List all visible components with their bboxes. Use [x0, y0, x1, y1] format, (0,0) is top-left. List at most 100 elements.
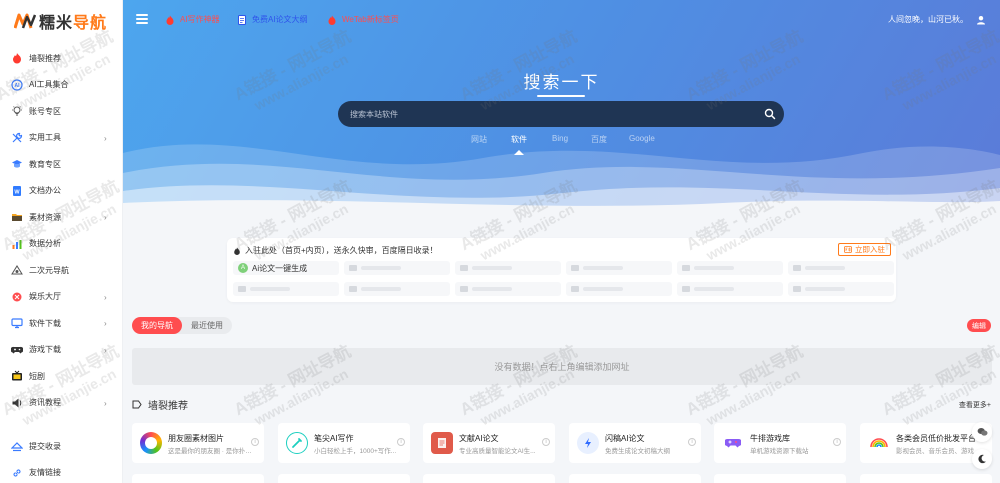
tools-icon	[11, 132, 23, 144]
sidebar-item-documents[interactable]: W 文档办公	[0, 178, 123, 205]
site-card[interactable]: 笔尖AI写作 小白轻松上手，1000+写作... i	[278, 423, 410, 463]
sidebar-item-friend-links[interactable]: 友情链接	[0, 460, 123, 483]
sidebar-item-short-drama[interactable]: 短剧	[0, 363, 123, 390]
site-card[interactable]	[714, 474, 846, 483]
info-icon[interactable]: i	[542, 438, 550, 446]
sidebar-item-anime[interactable]: 二次元导航	[0, 257, 123, 284]
top-link-ai-writing[interactable]: AI写作神器	[165, 14, 220, 25]
chevron-right-icon: ›	[104, 292, 107, 302]
info-icon[interactable]: i	[397, 438, 405, 446]
sponsor-notice-card: 入驻此处（首页+内页），送永久快审，百度隔日收录！ 立即入驻 A Ai论文一键生…	[227, 238, 896, 302]
sidebar-item-ai-tools[interactable]: AI AI工具集合	[0, 72, 123, 99]
tv-icon	[11, 370, 23, 382]
image-placeholder-icon	[571, 286, 579, 292]
wechat-icon	[977, 428, 987, 436]
card-desc: 这是最你的朋友圈 · 是你扑朔...	[168, 448, 256, 455]
chart-icon	[11, 238, 23, 250]
info-icon[interactable]: i	[688, 438, 696, 446]
site-card[interactable]	[278, 474, 410, 483]
sidebar-item-education[interactable]: 教育专区	[0, 151, 123, 178]
sidebar-item-entertainment[interactable]: 娱乐大厅 ›	[0, 284, 123, 311]
notice-title: 入驻此处（首页+内页），送永久快审，百度隔日收录！	[233, 245, 438, 256]
top-link-paper-outline[interactable]: 免费AI论文大纲	[237, 14, 308, 25]
top-link-label: 免费AI论文大纲	[252, 15, 308, 24]
sidebar-item-label: 教育专区	[29, 159, 61, 169]
site-card[interactable]: 朋友圈素材图片 这是最你的朋友圈 · 是你扑朔... i	[132, 423, 264, 463]
tab-my-navigation[interactable]: 我的导航	[132, 317, 182, 334]
graduation-icon	[11, 158, 23, 170]
sidebar-item-utilities[interactable]: 实用工具 ›	[0, 125, 123, 152]
sidebar-item-label: 文档办公	[29, 186, 61, 196]
chevron-right-icon: ›	[104, 213, 107, 222]
sponsor-slot-empty[interactable]	[233, 282, 339, 296]
see-more-link[interactable]: 查看更多+	[959, 400, 991, 410]
logo[interactable]: 糯米导航	[14, 9, 107, 33]
image-placeholder-icon	[793, 286, 801, 292]
flash-icon	[577, 432, 599, 454]
site-card[interactable]: 闪稿AI论文 免费生成论文初稿大纲 i	[569, 423, 701, 463]
site-card[interactable]: 牛排游戏库 单机游戏资源下载站 i	[714, 423, 846, 463]
sidebar-item-recommend[interactable]: 墙裂推荐	[0, 45, 123, 72]
anime-icon	[11, 264, 23, 276]
edit-button[interactable]: 编辑	[967, 319, 991, 332]
sponsor-slot-empty[interactable]	[455, 282, 561, 296]
sponsor-slot-empty[interactable]	[344, 261, 450, 275]
site-card[interactable]	[860, 474, 992, 483]
wechat-float-button[interactable]	[972, 422, 992, 442]
sponsor-slot-empty[interactable]	[344, 282, 450, 296]
sponsor-slot-empty[interactable]	[455, 261, 561, 275]
sponsor-slot-empty[interactable]	[788, 282, 894, 296]
gamepad-icon	[11, 344, 23, 356]
sidebar-item-data-analysis[interactable]: 数据分析	[0, 231, 123, 258]
sponsor-slot-empty[interactable]	[566, 282, 672, 296]
sidebar-item-games[interactable]: 游戏下载 ›	[0, 337, 123, 364]
info-icon[interactable]: i	[833, 438, 841, 446]
sponsor-slot-empty[interactable]	[788, 261, 894, 275]
sidebar-bottom: 提交收录 友情链接	[0, 433, 123, 483]
sidebar-item-label: 娱乐大厅	[29, 292, 61, 302]
sponsor-slot-empty[interactable]	[677, 282, 783, 296]
join-now-button[interactable]: 立即入驻	[838, 243, 891, 256]
top-link-wetab[interactable]: WeTab新标签页	[327, 14, 399, 25]
sponsor-slot-empty[interactable]	[566, 261, 672, 275]
sidebar-item-resources[interactable]: 素材资源 ›	[0, 204, 123, 231]
logo-mark-icon	[14, 13, 36, 29]
image-placeholder-icon	[238, 286, 246, 292]
site-card[interactable]	[423, 474, 555, 483]
sidebar-item-submit[interactable]: 提交收录	[0, 433, 123, 460]
sidebar-item-label: 墙裂推荐	[29, 53, 61, 63]
site-card[interactable]	[132, 474, 264, 483]
chevron-right-icon: ›	[104, 319, 107, 328]
section-header: 墙裂推荐	[132, 397, 188, 412]
menu-icon[interactable]	[136, 14, 148, 24]
ai-icon: AI	[11, 79, 23, 91]
submit-icon	[11, 440, 23, 452]
sidebar-item-label: 软件下载	[29, 318, 61, 328]
sidebar-item-accounts[interactable]: 账号专区	[0, 98, 123, 125]
sidebar-item-label: 短剧	[29, 371, 45, 381]
dark-mode-toggle[interactable]	[972, 449, 992, 469]
sponsor-slot-ai-paper[interactable]: A Ai论文一键生成	[233, 261, 339, 275]
user-icon[interactable]	[976, 15, 986, 25]
site-card[interactable]: 文献AI论文 专业高质量智能论文AI生... i	[423, 423, 555, 463]
site-card[interactable]	[569, 474, 701, 483]
info-icon[interactable]: i	[251, 438, 259, 446]
sidebar-item-tutorials[interactable]: 资讯教程 ›	[0, 390, 123, 417]
ad-icon	[844, 246, 852, 253]
card-desc: 小白轻松上手，1000+写作...	[314, 448, 397, 455]
document-icon: W	[11, 185, 23, 197]
top-right: 人间忽晚，山河已秋。	[888, 14, 986, 25]
monitor-icon	[11, 317, 23, 329]
image-placeholder-icon	[682, 265, 690, 271]
sidebar-item-software[interactable]: 软件下载 ›	[0, 310, 123, 337]
my-nav-tabs: 我的导航 最近使用	[132, 317, 232, 334]
sidebar-item-label: 资讯教程	[29, 398, 61, 408]
tab-recently-used[interactable]: 最近使用	[182, 317, 232, 334]
hot-icon	[327, 15, 337, 25]
svg-text:AI: AI	[15, 83, 21, 89]
fire-icon	[234, 246, 240, 255]
sponsor-slot-empty[interactable]	[677, 261, 783, 275]
fire-icon	[165, 15, 175, 25]
empty-state-text: 没有数据！点右上角编辑添加网址	[494, 362, 630, 372]
sidebar: 糯米导航 墙裂推荐 AI AI工具集合 账号专区 实用工具 › 教育专区 W 文…	[0, 0, 123, 483]
